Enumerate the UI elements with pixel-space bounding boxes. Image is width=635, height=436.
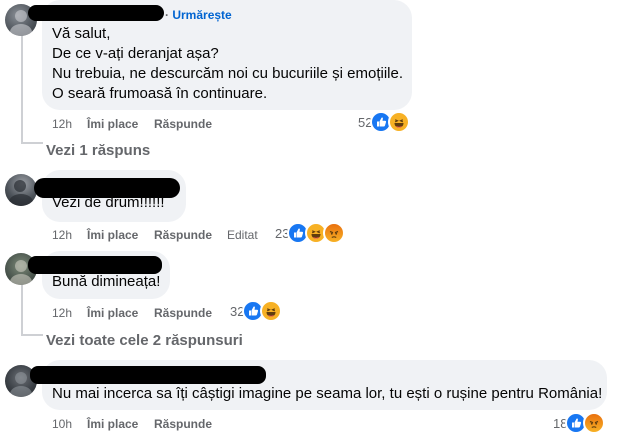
reaction-summary[interactable]: 52 <box>358 111 411 133</box>
person-silhouette-icon <box>9 180 33 206</box>
comment-line: Vezi de drum!!!!!! <box>52 194 165 211</box>
thread-line <box>21 34 23 142</box>
comment-line: Bună dimineața! <box>52 273 161 290</box>
timestamp[interactable]: 12h <box>52 306 72 320</box>
follow-link[interactable]: Urmărește <box>172 8 231 22</box>
timestamp[interactable]: 10h <box>52 417 72 431</box>
like-button[interactable]: Îmi place <box>87 306 138 320</box>
like-button[interactable]: Îmi place <box>87 228 138 242</box>
redacted-author-name <box>28 5 164 21</box>
comment-text: Bună dimineața! <box>52 272 160 292</box>
reaction-summary[interactable]: 32 <box>230 300 283 322</box>
timestamp[interactable]: 12h <box>52 117 72 131</box>
comment-text: Vezi de drum!!!!!! <box>52 193 165 213</box>
comment-line: O seară frumoasă în continuare. <box>52 85 268 102</box>
thread-line <box>21 334 43 336</box>
comment-text: Nu mai incerca sa îți câștigi imagine pe… <box>52 384 602 404</box>
comment-text: Vă salut, De ce v-ați deranjat așa? Nu t… <box>52 24 403 104</box>
angry-icon <box>323 222 346 244</box>
comment-line: Vă salut, <box>52 25 111 42</box>
haha-icon <box>260 300 283 322</box>
edited-label[interactable]: Editat <box>227 228 258 242</box>
reaction-summary[interactable]: 18 <box>553 412 606 434</box>
reaction-summary[interactable]: 23 <box>275 222 346 244</box>
angry-icon <box>583 412 606 434</box>
follow-row: · Urmărește <box>165 8 232 22</box>
view-replies-link[interactable]: Vezi toate cele 2 răspunsuri <box>46 332 243 349</box>
avatar[interactable] <box>5 174 37 206</box>
timestamp[interactable]: 12h <box>52 228 72 242</box>
comment-line: Nu mai incerca sa îți câștigi imagine pe… <box>52 385 603 402</box>
reply-button[interactable]: Răspunde <box>154 306 212 320</box>
thread-line <box>21 142 43 144</box>
reply-button[interactable]: Răspunde <box>154 117 212 131</box>
reply-button[interactable]: Răspunde <box>154 228 212 242</box>
redacted-author-name <box>30 366 266 384</box>
thread-line <box>21 284 23 334</box>
haha-icon <box>388 111 411 133</box>
like-button[interactable]: Îmi place <box>87 417 138 431</box>
view-replies-link[interactable]: Vezi 1 răspuns <box>46 142 150 159</box>
reply-button[interactable]: Răspunde <box>154 417 212 431</box>
like-button[interactable]: Îmi place <box>87 117 138 131</box>
comment-line: Nu trebuia, ne descurcăm noi cu bucuriil… <box>52 65 403 82</box>
comment-line: De ce v-ați deranjat așa? <box>52 45 219 62</box>
follow-separator: · <box>165 8 169 22</box>
